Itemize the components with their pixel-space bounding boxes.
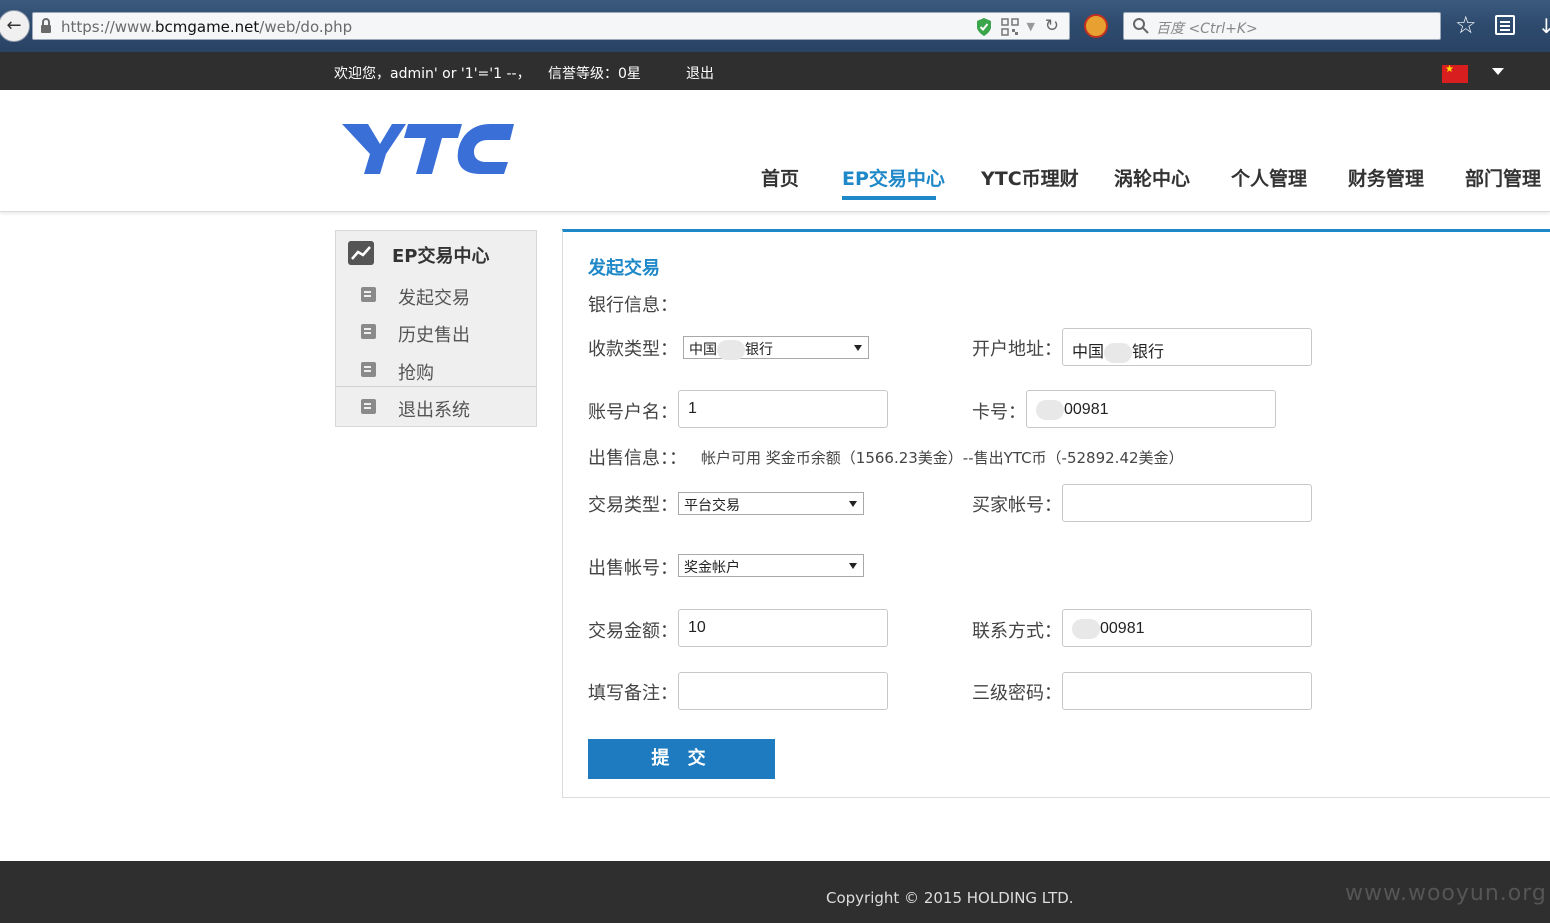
copyright-text: Copyright © 2015 HOLDING LTD. xyxy=(826,889,1074,907)
document-icon xyxy=(361,362,376,377)
nav-department-management[interactable]: 部门管理 xyxy=(1465,164,1541,191)
note-label: 填写备注： xyxy=(588,683,678,704)
submit-button[interactable]: 提 交 xyxy=(588,739,775,779)
credit-level: 信誉等级：0星 xyxy=(548,66,641,82)
chevron-down-icon xyxy=(849,501,857,507)
redaction-blur xyxy=(1036,400,1064,420)
nav-finance-management[interactable]: 财务管理 xyxy=(1348,164,1424,191)
trade-form-panel: 发起交易 银行信息： 收款类型： 中国 银行 开户地址： 中国 银行 账号户名： 1… xyxy=(562,229,1550,798)
nav-turbine-center[interactable]: 涡轮中心 xyxy=(1114,164,1190,191)
shield-icon[interactable] xyxy=(975,17,993,37)
redaction-blur xyxy=(717,340,745,360)
sidebar-divider xyxy=(336,386,536,387)
redaction-blur xyxy=(1072,619,1100,639)
reload-icon[interactable]: ↻ xyxy=(1045,16,1059,36)
download-icon[interactable]: ↓ xyxy=(1538,14,1550,38)
bank-address-label: 开户地址： xyxy=(972,339,1062,360)
browser-toolbar: ← https://www.bcmgame.net/web/do.php ▼ ↻… xyxy=(0,0,1550,52)
language-caret-icon[interactable] xyxy=(1492,68,1504,75)
url-dropdown-icon[interactable]: ▼ xyxy=(1027,20,1035,33)
search-placeholder: 百度 <Ctrl+K> xyxy=(1156,21,1258,37)
sidebar: EP交易中心 发起交易 历史售出 抢购 退出系统 xyxy=(335,230,537,427)
sell-account-select[interactable]: 奖金帐户 xyxy=(678,554,864,577)
chart-icon xyxy=(348,241,374,265)
search-icon xyxy=(1133,18,1149,34)
sell-account-label: 出售帐号： xyxy=(588,558,678,579)
card-number-label: 卡号： xyxy=(972,402,1026,423)
trade-type-value: 平台交易 xyxy=(684,498,740,514)
account-name-input[interactable]: 1 xyxy=(678,390,888,428)
document-icon xyxy=(361,399,376,414)
sale-info-label: 出售信息：： xyxy=(588,448,687,469)
nav-home[interactable]: 首页 xyxy=(761,164,799,191)
sidebar-item-sale-history[interactable]: 历史售出 xyxy=(336,314,536,351)
sale-info-text: 帐户可用 奖金币余额（1566.23美金）--售出YTC币（-52892.42美… xyxy=(701,449,1184,467)
password-input[interactable] xyxy=(1062,672,1312,710)
payee-type-label: 收款类型： xyxy=(588,339,678,360)
sidebar-title: EP交易中心 xyxy=(392,246,490,267)
sidebar-item-label: 发起交易 xyxy=(398,288,470,309)
payee-type-value-b: 银行 xyxy=(745,342,773,358)
sidebar-item-label: 历史售出 xyxy=(398,325,470,346)
qr-code-icon[interactable] xyxy=(1001,18,1019,36)
contact-value: 00981 xyxy=(1100,620,1145,638)
payee-type-value-a: 中国 xyxy=(689,342,717,358)
bank-address-value-a: 中国 xyxy=(1072,344,1105,361)
contact-label: 联系方式： xyxy=(972,621,1062,642)
sidebar-item-exit-system[interactable]: 退出系统 xyxy=(336,389,536,426)
contact-input[interactable]: 00981 xyxy=(1062,609,1312,647)
active-nav-underline xyxy=(842,196,936,200)
nav-ytc-finance[interactable]: YTC币理财 xyxy=(981,164,1079,191)
bank-address-input[interactable]: 中国 银行 xyxy=(1062,328,1312,366)
site-header: 首页 EP交易中心 YTC币理财 涡轮中心 个人管理 财务管理 部门管理 xyxy=(0,90,1550,212)
sidebar-item-rush-buy[interactable]: 抢购 xyxy=(336,352,536,389)
chevron-down-icon xyxy=(849,563,857,569)
amount-label: 交易金额： xyxy=(588,621,678,642)
form-title: 发起交易 xyxy=(588,258,660,279)
address-bar[interactable]: https://www.bcmgame.net/web/do.php ▼ ↻ xyxy=(32,12,1070,40)
document-icon xyxy=(361,324,376,339)
noscript-icon[interactable] xyxy=(1084,14,1108,38)
site-topbar: 欢迎您，admin' or '1'='1 --， 信誉等级：0星 退出 xyxy=(0,52,1550,90)
chevron-down-icon xyxy=(854,345,862,351)
amount-input[interactable]: 10 xyxy=(678,609,888,647)
buyer-account-label: 买家帐号： xyxy=(972,495,1062,516)
china-flag-icon[interactable] xyxy=(1442,64,1468,83)
trade-type-label: 交易类型： xyxy=(588,495,678,516)
url-text: https://www.bcmgame.net/web/do.php xyxy=(61,18,352,36)
site-footer: Copyright © 2015 HOLDING LTD. www.wooyun… xyxy=(0,861,1550,923)
trade-type-select[interactable]: 平台交易 xyxy=(678,492,864,515)
lock-icon xyxy=(41,18,51,33)
url-prefix: https://www. xyxy=(61,18,155,36)
url-path: /web/do.php xyxy=(259,18,353,36)
sidebar-item-label: 抢购 xyxy=(398,363,434,384)
password-label: 三级密码： xyxy=(972,683,1062,704)
bank-address-value-b: 银行 xyxy=(1132,344,1165,361)
card-number-value: 00981 xyxy=(1064,401,1109,419)
back-arrow-icon[interactable]: ← xyxy=(0,10,30,42)
buyer-account-input[interactable] xyxy=(1062,484,1312,522)
card-number-input[interactable]: 00981 xyxy=(1026,390,1276,428)
bank-info-label: 银行信息： xyxy=(588,295,678,316)
logout-link[interactable]: 退出 xyxy=(686,63,714,83)
note-input[interactable] xyxy=(678,672,888,710)
search-box[interactable]: 百度 <Ctrl+K> xyxy=(1123,12,1441,40)
bookmark-star-icon[interactable]: ☆ xyxy=(1455,12,1477,38)
sidebar-header: EP交易中心 xyxy=(336,231,536,275)
url-domain: bcmgame.net xyxy=(154,18,260,36)
payee-type-select[interactable]: 中国 银行 xyxy=(683,336,869,360)
reading-list-icon[interactable] xyxy=(1495,15,1515,35)
nav-ep-trade-center[interactable]: EP交易中心 xyxy=(842,164,945,191)
account-name-label: 账号户名： xyxy=(588,402,678,423)
welcome-text: 欢迎您，admin' or '1'='1 --， xyxy=(334,66,531,82)
nav-personal-management[interactable]: 个人管理 xyxy=(1231,164,1307,191)
sidebar-item-label: 退出系统 xyxy=(398,400,470,421)
sidebar-item-initiate-trade[interactable]: 发起交易 xyxy=(336,277,536,314)
sell-account-value: 奖金帐户 xyxy=(684,560,740,576)
ytc-logo[interactable] xyxy=(338,112,518,182)
document-icon xyxy=(361,287,376,302)
redaction-blur xyxy=(1104,342,1133,363)
watermark-text: www.wooyun.org xyxy=(1345,881,1547,906)
